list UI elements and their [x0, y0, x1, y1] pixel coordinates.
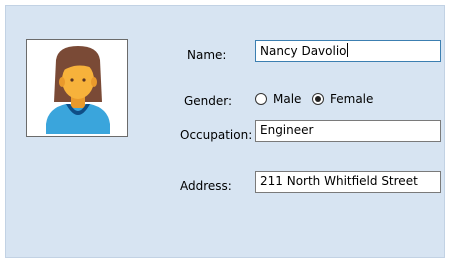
- employee-form-panel: Name: Nancy Davolio Gender: Male Female …: [5, 5, 445, 258]
- occupation-field[interactable]: Engineer: [255, 120, 441, 142]
- text-caret: [346, 43, 348, 57]
- female-radio-label: Female: [330, 92, 374, 106]
- gender-male-radio[interactable]: Male: [255, 92, 301, 106]
- occupation-label: Occupation:: [180, 128, 253, 142]
- photo-frame: [26, 39, 128, 137]
- name-field[interactable]: Nancy Davolio: [255, 40, 441, 62]
- address-label: Address:: [180, 179, 232, 193]
- address-field[interactable]: 211 North Whitfield Street: [255, 171, 441, 193]
- gender-female-radio[interactable]: Female: [312, 92, 373, 106]
- gender-label: Gender:: [184, 94, 233, 108]
- occupation-value: Engineer: [260, 123, 314, 137]
- male-radio-label: Male: [273, 92, 302, 106]
- female-radio-circle[interactable]: [312, 93, 324, 105]
- person-female-avatar-icon: [46, 46, 110, 134]
- name-label: Name:: [187, 48, 227, 62]
- address-value: 211 North Whitfield Street: [260, 174, 418, 188]
- name-value: Nancy Davolio: [260, 44, 347, 58]
- male-radio-circle[interactable]: [255, 93, 267, 105]
